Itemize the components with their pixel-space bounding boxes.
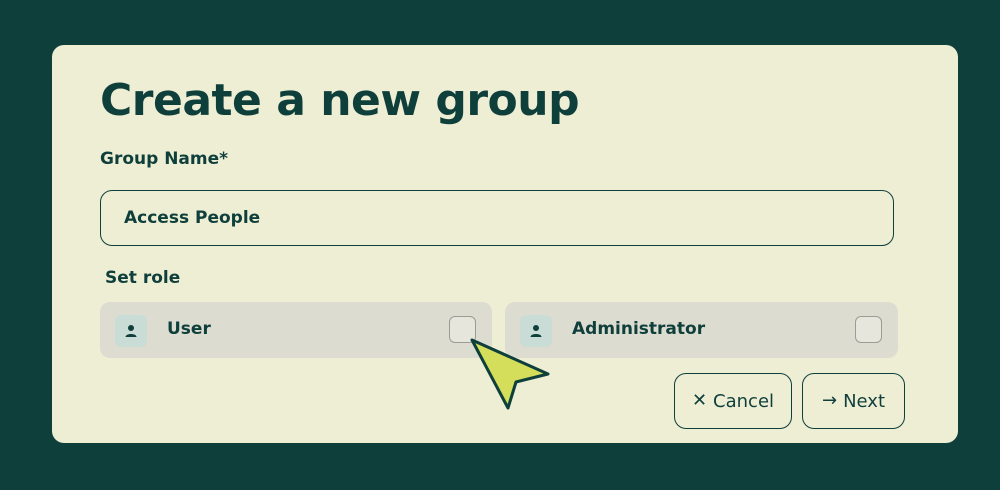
role-label-user: User: [167, 319, 211, 339]
page-background: Create a new group Group Name* Access Pe…: [0, 0, 1000, 490]
user-icon: [115, 315, 147, 347]
cancel-button-label: Cancel: [713, 390, 775, 412]
dialog-title: Create a new group: [100, 75, 580, 126]
role-label-administrator: Administrator: [572, 319, 706, 339]
role-checkbox-administrator[interactable]: [855, 316, 882, 343]
group-name-value: Access People: [124, 208, 261, 228]
cancel-button[interactable]: ✕ Cancel: [674, 373, 792, 429]
next-button[interactable]: → Next: [802, 373, 905, 429]
next-button-label: Next: [843, 390, 886, 412]
user-icon: [520, 315, 552, 347]
role-checkbox-user[interactable]: [449, 316, 476, 343]
group-name-label: Group Name*: [100, 149, 229, 169]
role-option-administrator[interactable]: Administrator: [505, 302, 898, 358]
set-role-label: Set role: [105, 268, 181, 288]
role-option-user[interactable]: User: [100, 302, 492, 358]
close-icon: ✕: [691, 390, 708, 411]
group-name-input[interactable]: Access People: [100, 190, 894, 246]
create-group-dialog: Create a new group Group Name* Access Pe…: [52, 45, 958, 443]
arrow-right-icon: →: [821, 390, 838, 411]
